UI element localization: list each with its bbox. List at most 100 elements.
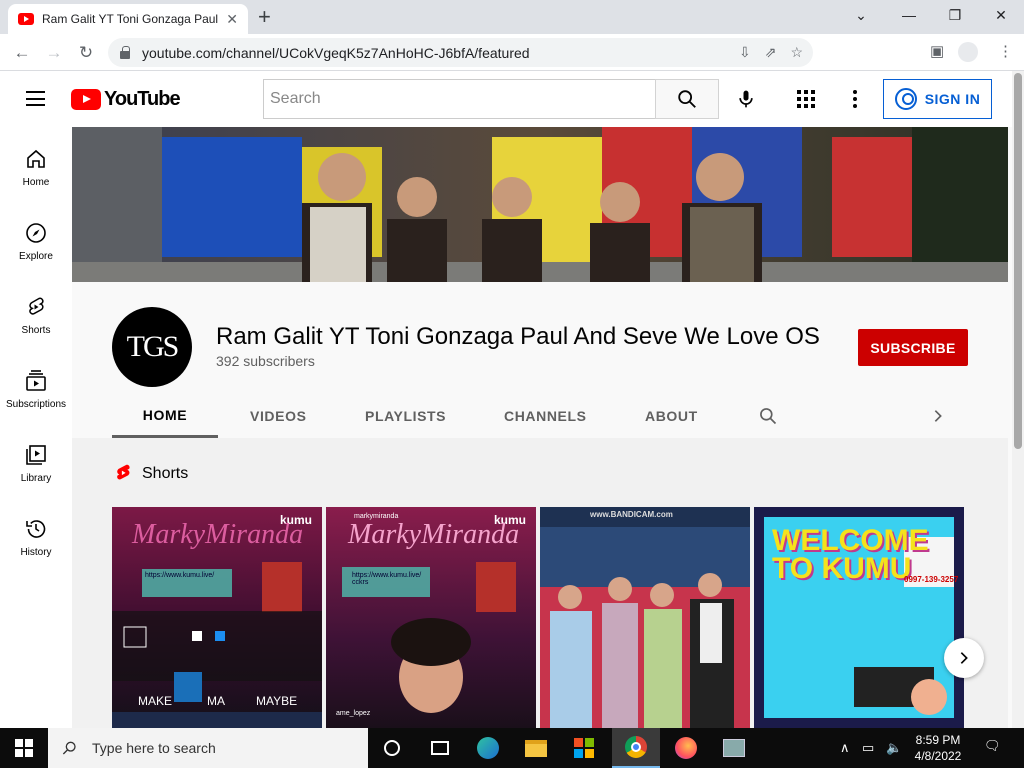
task-view-icon[interactable] [416, 728, 464, 768]
subscribe-button[interactable]: SUBSCRIBE [858, 329, 968, 366]
bookmark-star-icon[interactable]: ☆ [790, 44, 803, 61]
bandicam-watermark: www.BANDICAM.com [590, 510, 673, 519]
sign-in-button[interactable]: SIGN IN [883, 79, 992, 119]
guide-item-subscriptions[interactable]: Subscriptions [0, 349, 72, 423]
guide-item-library[interactable]: Library [0, 423, 72, 497]
tab-search-icon[interactable]: ⌄ [838, 0, 884, 30]
taskbar-search-box[interactable]: Type here to search [48, 728, 368, 768]
windows-logo-icon [15, 739, 33, 757]
windows-taskbar: Type here to search ∧ ▭ 🔈 8:59 PM 4/8/20… [0, 728, 1024, 768]
scrollbar-thumb[interactable] [1014, 73, 1022, 449]
minimize-button[interactable]: — [886, 0, 932, 30]
guide-item-history[interactable]: History [0, 497, 72, 571]
edge-icon[interactable] [464, 728, 512, 768]
install-icon[interactable]: ⇩ [739, 44, 751, 61]
restore-button[interactable]: ❐ [932, 0, 978, 30]
tab-close-icon[interactable]: ✕ [226, 11, 238, 28]
youtube-favicon-icon [18, 13, 34, 25]
search-input[interactable]: Search [263, 79, 656, 119]
channel-search-icon[interactable] [758, 406, 778, 426]
chrome-icon[interactable] [612, 728, 660, 768]
tab-channels[interactable]: CHANNELS [504, 394, 587, 438]
home-icon [27, 149, 45, 168]
settings-more-icon[interactable] [853, 90, 857, 108]
volume-icon[interactable]: 🔈 [886, 740, 902, 756]
tray-chevron-icon[interactable]: ∧ [840, 740, 850, 756]
chevron-right-icon [960, 652, 968, 664]
firefox-icon[interactable] [662, 728, 710, 768]
short-thumbnail[interactable]: markymiranda kumu MarkyMiranda https://w… [326, 507, 536, 728]
channel-name: Ram Galit YT Toni Gonzaga Paul And Seve … [216, 323, 820, 350]
tab-home[interactable]: HOME [112, 394, 218, 438]
guide-label: Library [20, 473, 52, 484]
short-thumbnail[interactable]: www.BANDICAM.com [540, 507, 750, 728]
comment-user: ame_lopez [336, 710, 371, 717]
channel-avatar[interactable]: TGS [112, 307, 192, 387]
clock-date: 4/8/2022 [914, 749, 962, 763]
forward-icon[interactable]: → [40, 39, 68, 67]
tab-videos[interactable]: VIDEOS [250, 394, 307, 438]
guide-item-home[interactable]: Home [0, 127, 72, 201]
overlay-phone: 0997-139-3257 [904, 575, 959, 584]
chevron-right-icon[interactable] [930, 408, 946, 424]
shorts-title: Shorts [142, 465, 189, 482]
screen: { "browser": { "tab_title": "Ram Galit Y… [0, 0, 1024, 768]
close-window-button[interactable]: ✕ [978, 0, 1024, 30]
library-icon [26, 445, 46, 465]
shorts-shelf: Shorts kumu MarkyMiranda https://www.kum… [72, 438, 1008, 728]
app-icon[interactable] [710, 728, 758, 768]
subscriptions-icon [26, 370, 46, 391]
guide-label: Subscriptions [5, 399, 67, 410]
account-circle-icon [894, 88, 917, 110]
tab-about[interactable]: ABOUT [645, 394, 698, 438]
page-scrollbar[interactable] [1012, 71, 1024, 728]
start-button[interactable] [0, 728, 48, 768]
guide-label: History [20, 547, 52, 558]
youtube-logo[interactable]: YouTube [71, 88, 181, 111]
back-icon[interactable]: ← [8, 39, 36, 67]
channel-header: TGS Ram Galit YT Toni Gonzaga Paul And S… [72, 282, 1008, 438]
overlay-text: MarkyMiranda [348, 519, 520, 550]
short-thumbnail[interactable]: kumu MarkyMiranda https://www.kumu.live/… [112, 507, 322, 728]
address-bar[interactable]: youtube.com/channel/UCokVgeqK5z7AnHoHC-J… [108, 38, 813, 67]
microphone-icon[interactable] [736, 88, 756, 110]
guide-item-shorts[interactable]: Shorts [0, 275, 72, 349]
browser-menu-icon[interactable]: ⋮ [998, 42, 1013, 60]
short-image [540, 507, 750, 728]
cortana-icon[interactable] [368, 728, 416, 768]
subscriber-count: 392 subscribers [216, 353, 315, 369]
reload-icon[interactable]: ↻ [72, 39, 100, 67]
guide-item-explore[interactable]: Explore [0, 201, 72, 275]
guide-label: Explore [19, 251, 53, 262]
overlay-bottom-right: MAYBE [256, 694, 298, 708]
shorts-header: Shorts [114, 463, 188, 485]
history-icon [26, 520, 46, 538]
browser-toolbar: ← → ↻ youtube.com/channel/UCokVgeqK5z7An… [0, 34, 1024, 71]
side-panel-icon[interactable]: ▣ [930, 42, 944, 60]
overlay-bottom-left: MAKE [138, 694, 173, 708]
search-placeholder: Search [270, 90, 321, 107]
overlay-link: https://www.kumu.live/ [145, 572, 215, 579]
notifications-icon[interactable]: 🗨 [984, 738, 1001, 754]
apps-grid-icon[interactable] [797, 90, 815, 108]
taskbar-clock[interactable]: 8:59 PM 4/8/2022 [908, 732, 968, 764]
file-explorer-icon[interactable] [512, 728, 560, 768]
tab-playlists[interactable]: PLAYLISTS [365, 394, 446, 438]
youtube-header: YouTube Search SIGN IN [0, 71, 1012, 127]
mini-guide: Home Explore Shorts Subscriptions Librar… [0, 127, 72, 728]
short-thumbnail[interactable]: WELCOME TO KUMU 0997-139-3257 [754, 507, 964, 728]
new-tab-button[interactable]: + [258, 4, 271, 30]
search-button[interactable] [655, 79, 719, 119]
clock-time: 8:59 PM [915, 733, 961, 747]
shelf-next-button[interactable] [944, 638, 984, 678]
store-icon[interactable] [560, 728, 608, 768]
menu-icon[interactable] [26, 91, 45, 106]
channel-tabs: HOME VIDEOS PLAYLISTS CHANNELS ABOUT [112, 394, 962, 438]
browser-tabstrip: Ram Galit YT Toni Gonzaga Paul And Seve … [0, 0, 1024, 34]
network-icon[interactable]: ▭ [862, 740, 874, 756]
profile-icon[interactable] [958, 42, 978, 62]
lock-icon [120, 45, 130, 59]
browser-tab[interactable]: Ram Galit YT Toni Gonzaga Paul And Seve … [8, 4, 248, 34]
share-icon[interactable]: ⇗ [765, 44, 777, 61]
sign-in-label: SIGN IN [924, 91, 981, 107]
